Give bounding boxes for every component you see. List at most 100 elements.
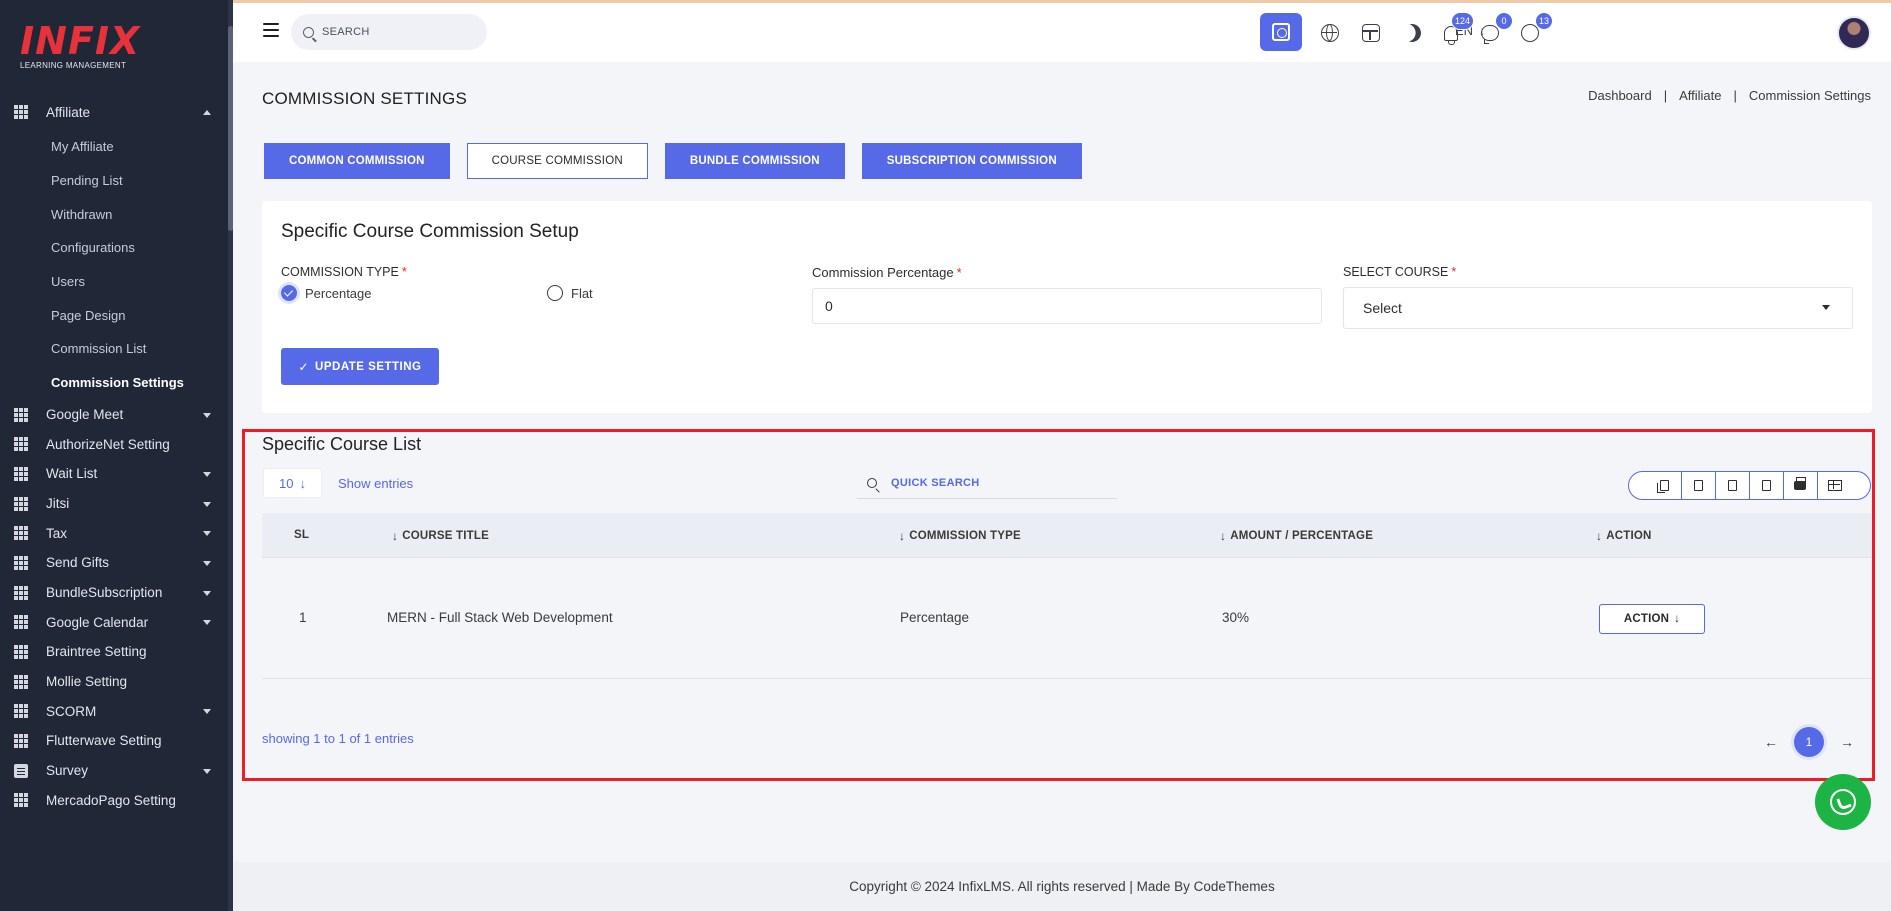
sidebar-item-jitsi[interactable]: Jitsi	[0, 489, 228, 519]
whatsapp-chat-button[interactable]	[1815, 774, 1871, 830]
caret-down-icon	[203, 501, 211, 507]
caret-down-icon	[203, 412, 211, 418]
sidebar-item-label: Wait List	[46, 466, 98, 482]
prev-page-button[interactable]: ←	[1764, 734, 1778, 750]
whatsapp-badge: 13	[1534, 12, 1553, 30]
column-course-title[interactable]: ↓ COURSE TITLE	[392, 529, 489, 543]
copy-button[interactable]	[1648, 472, 1682, 499]
update-setting-button[interactable]: ✓ UPDATE SETTING	[281, 348, 439, 385]
sidebar-item-mercadopago-setting[interactable]: MercadoPago Setting	[0, 785, 228, 815]
column-visibility-button[interactable]	[1818, 472, 1852, 499]
sort-arrow-icon: ↓	[1220, 529, 1227, 543]
check-icon: ✓	[298, 359, 310, 374]
column-action-label: ACTION	[1606, 530, 1652, 542]
radio-flat-label: Flat	[571, 285, 593, 301]
sidebar-subitem-commission-settings[interactable]: Commission Settings	[0, 366, 228, 400]
hamburger-menu-icon[interactable]	[263, 23, 279, 37]
tab-bundle-commission[interactable]: BUNDLE COMMISSION	[664, 143, 845, 179]
tab-common-commission[interactable]: COMMON COMMISSION	[264, 143, 450, 179]
globe-icon-button[interactable]	[1313, 16, 1347, 50]
sidebar-subitem-my-affiliate[interactable]: My Affiliate	[0, 130, 228, 164]
sidebar-item-affiliate[interactable]: Affiliate	[0, 94, 228, 130]
sidebar-subitem-page-design[interactable]: Page Design	[0, 298, 228, 332]
column-amount[interactable]: ↓ AMOUNT / PERCENTAGE	[1220, 529, 1373, 543]
sidebar-subitem-withdrawn[interactable]: Withdrawn	[0, 197, 228, 231]
sidebar-item-google-meet[interactable]: Google Meet	[0, 400, 228, 430]
csv-file-icon	[1727, 480, 1737, 491]
columns-icon	[1827, 480, 1842, 491]
arrow-down-icon: ↓	[299, 475, 306, 491]
chat-button[interactable]: 0	[1473, 12, 1513, 50]
list-title: Specific Course List	[262, 434, 422, 454]
page-number-button[interactable]: 1	[1794, 727, 1824, 757]
column-action[interactable]: ↓ ACTION	[1596, 529, 1651, 543]
breadcrumb-affiliate[interactable]: Affiliate	[1679, 88, 1721, 103]
grid-icon	[14, 105, 29, 119]
column-amount-label: AMOUNT / PERCENTAGE	[1230, 530, 1374, 542]
quick-search[interactable]	[857, 468, 1117, 499]
avatar[interactable]	[1837, 16, 1871, 50]
sidebar-item-tax[interactable]: Tax	[0, 518, 228, 548]
update-setting-label: UPDATE SETTING	[315, 360, 422, 373]
logo[interactable]: INFIX LEARNING MANAGEMENT	[20, 22, 140, 70]
sidebar-other-items: Google Meet AuthorizeNet Setting Wait List…	[0, 400, 228, 816]
print-button[interactable]	[1784, 472, 1818, 499]
cell-course-title: MERN - Full Stack Web Development	[387, 610, 613, 625]
sidebar-scrollbar[interactable]	[228, 0, 233, 911]
entries-per-page-select[interactable]: 10 ↓	[263, 468, 322, 498]
sidebar-item-survey[interactable]: Survey	[0, 756, 228, 786]
sidebar-subitem-commission-list[interactable]: Commission List	[0, 332, 228, 366]
header-search[interactable]	[291, 14, 487, 50]
sidebar-item-label: SCORM	[46, 703, 97, 719]
header-search-input[interactable]	[322, 26, 472, 38]
arrow-down-icon: ↓	[1674, 613, 1681, 625]
grid-icon	[14, 526, 29, 541]
sidebar-item-braintree-setting[interactable]: Braintree Setting	[0, 637, 228, 667]
sidebar-item-bundlesubscription[interactable]: BundleSubscription	[0, 578, 228, 608]
caret-down-icon	[203, 620, 211, 626]
sidebar-item-google-calendar[interactable]: Google Calendar	[0, 607, 228, 637]
sidebar-item-send-gifts[interactable]: Send Gifts	[0, 548, 228, 578]
commission-percentage-input[interactable]	[812, 288, 1322, 324]
radio-percentage[interactable]: Percentage	[281, 285, 372, 301]
sidebar-item-flutterwave-setting[interactable]: Flutterwave Setting	[0, 726, 228, 756]
breadcrumb-dashboard[interactable]: Dashboard	[1588, 88, 1652, 103]
sidebar-subitem-pending-list[interactable]: Pending List	[0, 164, 228, 198]
sidebar-item-wait-list[interactable]: Wait List	[0, 459, 228, 489]
sidebar-subitem-configurations[interactable]: Configurations	[0, 231, 228, 265]
export-csv-button[interactable]	[1716, 472, 1750, 499]
export-excel-button[interactable]	[1682, 472, 1716, 499]
next-page-button[interactable]: →	[1840, 734, 1854, 750]
commission-type-label-text: COMMISSION TYPE	[281, 265, 399, 279]
chat-icon	[1481, 25, 1499, 44]
grid-icon	[14, 793, 29, 808]
tab-subscription-commission[interactable]: SUBSCRIPTION COMMISSION	[861, 143, 1082, 179]
sidebar-item-scorm[interactable]: SCORM	[0, 696, 228, 726]
quick-search-input[interactable]	[891, 477, 1091, 489]
grid-icon	[14, 555, 29, 570]
cpu-icon-button[interactable]	[1260, 13, 1302, 51]
cell-amount: 30%	[1222, 610, 1250, 625]
footer: Copyright © 2024 InfixLMS. All rights re…	[233, 862, 1891, 911]
notifications-button[interactable]: 124	[1434, 12, 1474, 50]
whatsapp-header-button[interactable]: 13	[1513, 12, 1553, 50]
layout-icon-button[interactable]	[1354, 16, 1388, 50]
sidebar-item-label: MercadoPago Setting	[46, 792, 176, 808]
export-pdf-button[interactable]	[1750, 472, 1784, 499]
caret-down-icon	[203, 590, 211, 596]
tab-course-commission[interactable]: COURSE COMMISSION	[466, 143, 648, 179]
sidebar-item-authorizenet-setting[interactable]: AuthorizeNet Setting	[0, 429, 228, 459]
radio-flat[interactable]: Flat	[547, 285, 593, 301]
dark-mode-toggle[interactable]	[1395, 16, 1429, 50]
row-action-button[interactable]: ACTION ↓	[1599, 604, 1705, 634]
sidebar-subitem-users[interactable]: Users	[0, 265, 228, 299]
column-commission-type[interactable]: ↓ COMMISSION TYPE	[899, 529, 1021, 543]
excel-file-icon	[1693, 480, 1703, 491]
grid-icon	[14, 407, 29, 422]
sidebar-item-label: Survey	[46, 763, 89, 779]
column-sl[interactable]: SL	[294, 529, 309, 541]
grid-icon	[14, 437, 29, 452]
select-course-dropdown[interactable]: Select	[1343, 287, 1853, 329]
sidebar-item-label: Send Gifts	[46, 555, 110, 571]
sidebar-item-mollie-setting[interactable]: Mollie Setting	[0, 667, 228, 697]
